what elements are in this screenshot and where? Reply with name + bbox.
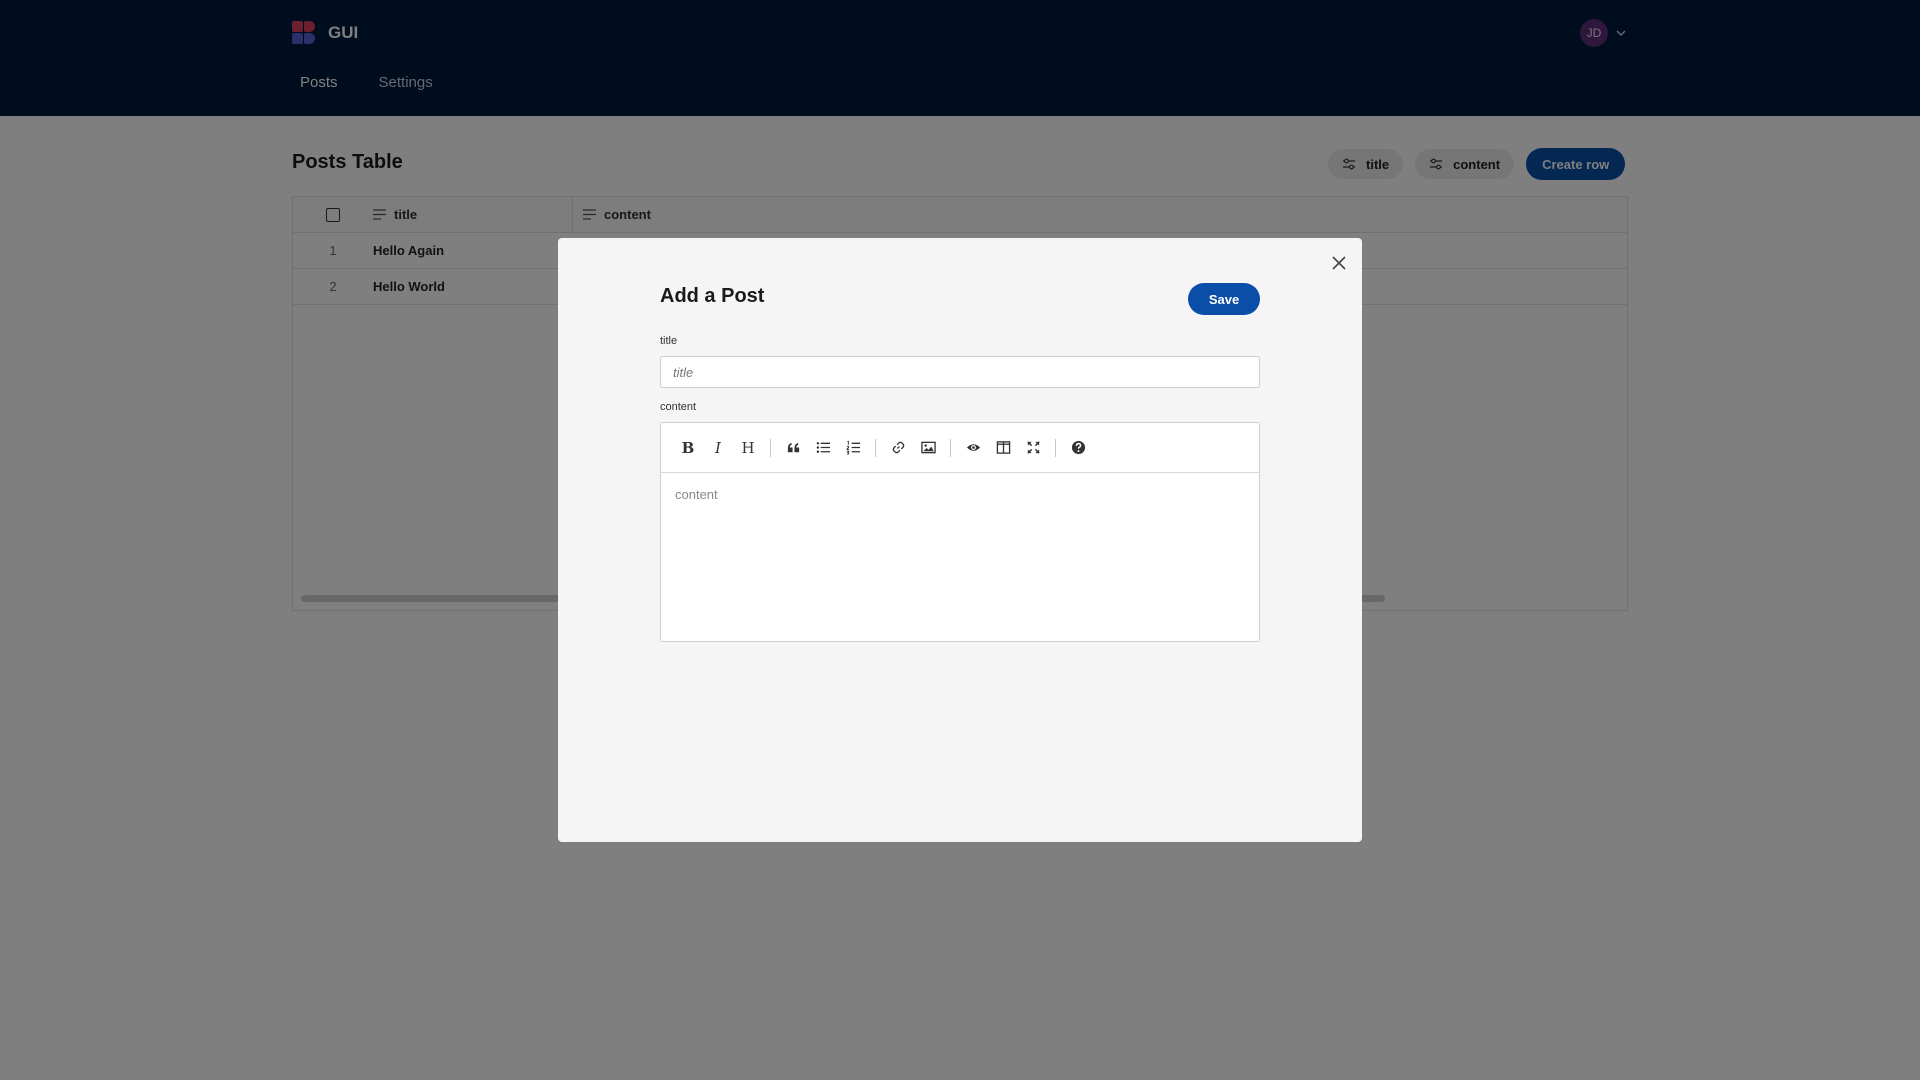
side-by-side-icon[interactable] [988,433,1018,463]
markdown-editor: B I H content [660,422,1260,642]
quote-icon[interactable] [778,433,808,463]
title-input[interactable] [660,356,1260,388]
bold-icon[interactable]: B [673,433,703,463]
image-icon[interactable] [913,433,943,463]
help-icon[interactable] [1063,433,1093,463]
content-field-label: content [660,401,697,413]
ordered-list-icon[interactable] [838,433,868,463]
save-button[interactable]: Save [1188,283,1260,315]
preview-icon[interactable] [958,433,988,463]
toolbar-divider [875,438,876,457]
toolbar-divider [950,438,951,457]
link-icon[interactable] [883,433,913,463]
add-post-modal: Add a Post Save title content B I H [558,238,1362,842]
toolbar-divider [770,438,771,457]
fullscreen-icon[interactable] [1018,433,1048,463]
close-icon[interactable] [1330,254,1348,272]
unordered-list-icon[interactable] [808,433,838,463]
editor-toolbar: B I H [661,423,1259,473]
content-editor-area[interactable]: content [661,473,1259,516]
toolbar-divider [1055,438,1056,457]
modal-title: Add a Post [660,285,765,307]
heading-icon[interactable]: H [733,433,763,463]
italic-icon[interactable]: I [703,433,733,463]
title-field-label: title [660,335,678,347]
